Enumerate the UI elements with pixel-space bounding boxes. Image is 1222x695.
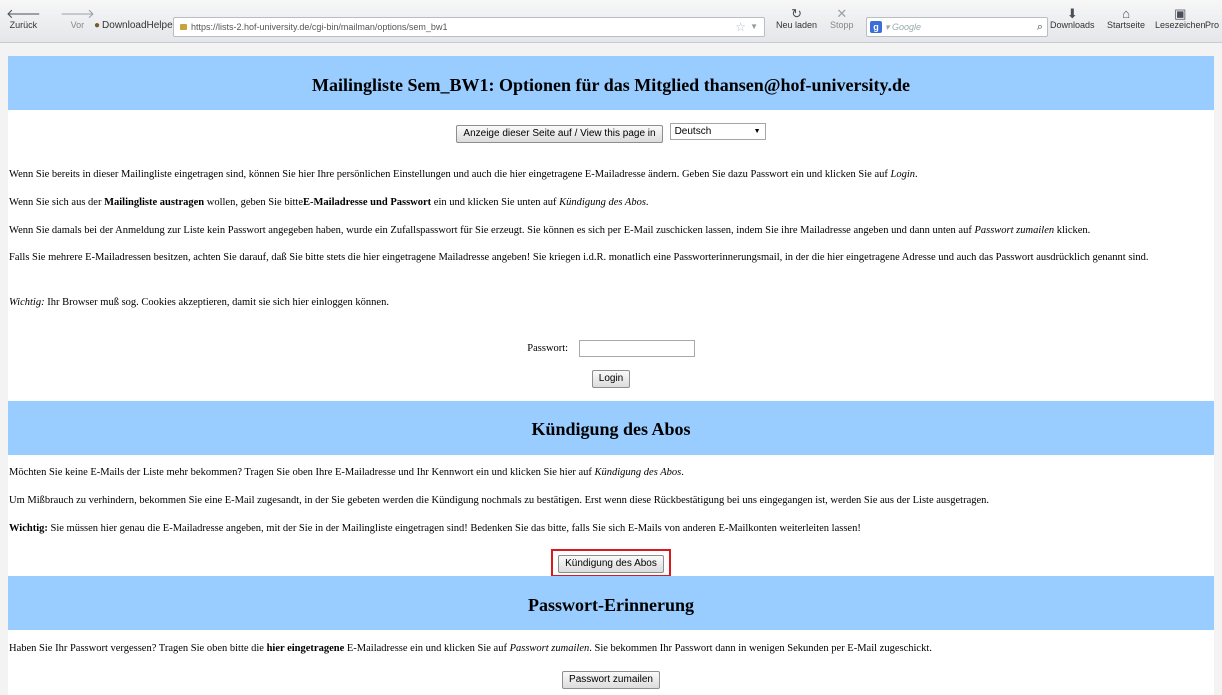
intro-paragraph-5: Wichtig: Ihr Browser muß sog. Cookies ak… (9, 297, 389, 308)
lock-icon (180, 24, 187, 30)
password-field[interactable] (578, 340, 695, 357)
downloads-button[interactable]: ⬇ Downloads (1050, 6, 1095, 30)
download-icon: ⬇ (1066, 6, 1078, 21)
stop-button[interactable]: ✕ Stopp (830, 6, 854, 30)
downloadhelper-icon: ● (94, 20, 101, 31)
highlight-box: Kündigung des Abos (551, 549, 671, 577)
reload-button[interactable]: ↻ Neu laden (776, 6, 817, 30)
unsubscribe-heading: Kündigung des Abos (8, 401, 1214, 455)
chevron-down-icon[interactable]: ▼ (750, 18, 758, 36)
login-button[interactable]: Login (591, 370, 631, 388)
arrow-right-icon: 🡒 (60, 6, 95, 21)
intro-paragraph-4: Falls Sie mehrere E-Mailadressen besitze… (9, 252, 1149, 263)
intro-paragraph-2: Wenn Sie sich aus der Mailingliste austr… (9, 197, 649, 208)
reload-icon: ↻ (791, 6, 802, 21)
intro-paragraph-1: Wenn Sie bereits in dieser Mailingliste … (9, 169, 918, 180)
profile-button[interactable]: Pro (1205, 8, 1219, 30)
page-content: Mailingliste Sem_BW1: Optionen für das M… (8, 56, 1214, 695)
bookmarks-icon: ▣ (1174, 6, 1187, 21)
google-icon: g (870, 21, 882, 33)
search-icon[interactable]: ⌕ (1037, 18, 1043, 36)
url-text: https://lists-2.hof-university.de/cgi-bi… (191, 22, 448, 32)
bookmarks-button[interactable]: ▣ Lesezeichen (1155, 6, 1206, 30)
intro-paragraph-3: Wenn Sie damals bei der Anmeldung zur Li… (9, 225, 1091, 236)
view-language-button[interactable]: Anzeige dieser Seite auf / View this pag… (456, 125, 663, 143)
unsubscribe-paragraph-2: Um Mißbrauch zu verhindern, bekommen Sie… (9, 495, 990, 506)
browser-toolbar: 🡐 Zurück 🡒 Vor ● DownloadHelper https://l… (0, 0, 1222, 43)
bookmark-star-icon[interactable]: ☆ (735, 18, 746, 36)
unsubscribe-paragraph-3: Wichtig: Sie müssen hier genau die E-Mai… (9, 523, 861, 534)
mail-password-button[interactable]: Passwort zumailen (562, 671, 660, 689)
unsubscribe-button[interactable]: Kündigung des Abos (558, 555, 664, 573)
search-input[interactable]: g ▾ Google ⌕ (866, 17, 1048, 37)
downloadhelper-button[interactable]: ● DownloadHelper (94, 20, 176, 31)
password-row: Passwort: (8, 340, 1214, 357)
back-button[interactable]: 🡐 Zurück (6, 6, 41, 30)
reminder-paragraph: Haben Sie Ihr Passwort vergessen? Tragen… (9, 643, 932, 654)
close-icon: ✕ (836, 6, 848, 21)
home-icon: ⌂ (1122, 6, 1130, 21)
chevron-down-icon: ▼ (753, 128, 761, 135)
unsubscribe-paragraph-1: Möchten Sie keine E-Mails der Liste mehr… (9, 467, 684, 478)
page-title: Mailingliste Sem_BW1: Optionen für das M… (8, 56, 1214, 110)
language-select[interactable]: Deutsch ▼ (669, 123, 766, 140)
language-row: Anzeige dieser Seite auf / View this pag… (8, 123, 1214, 143)
password-label: Passwort: (527, 343, 569, 354)
home-button[interactable]: ⌂ Startseite (1107, 6, 1145, 30)
forward-button[interactable]: 🡒 Vor (60, 6, 95, 30)
reminder-heading: Passwort-Erinnerung (8, 576, 1214, 630)
address-bar[interactable]: https://lists-2.hof-university.de/cgi-bi… (173, 17, 765, 37)
arrow-left-icon: 🡐 (6, 6, 41, 21)
